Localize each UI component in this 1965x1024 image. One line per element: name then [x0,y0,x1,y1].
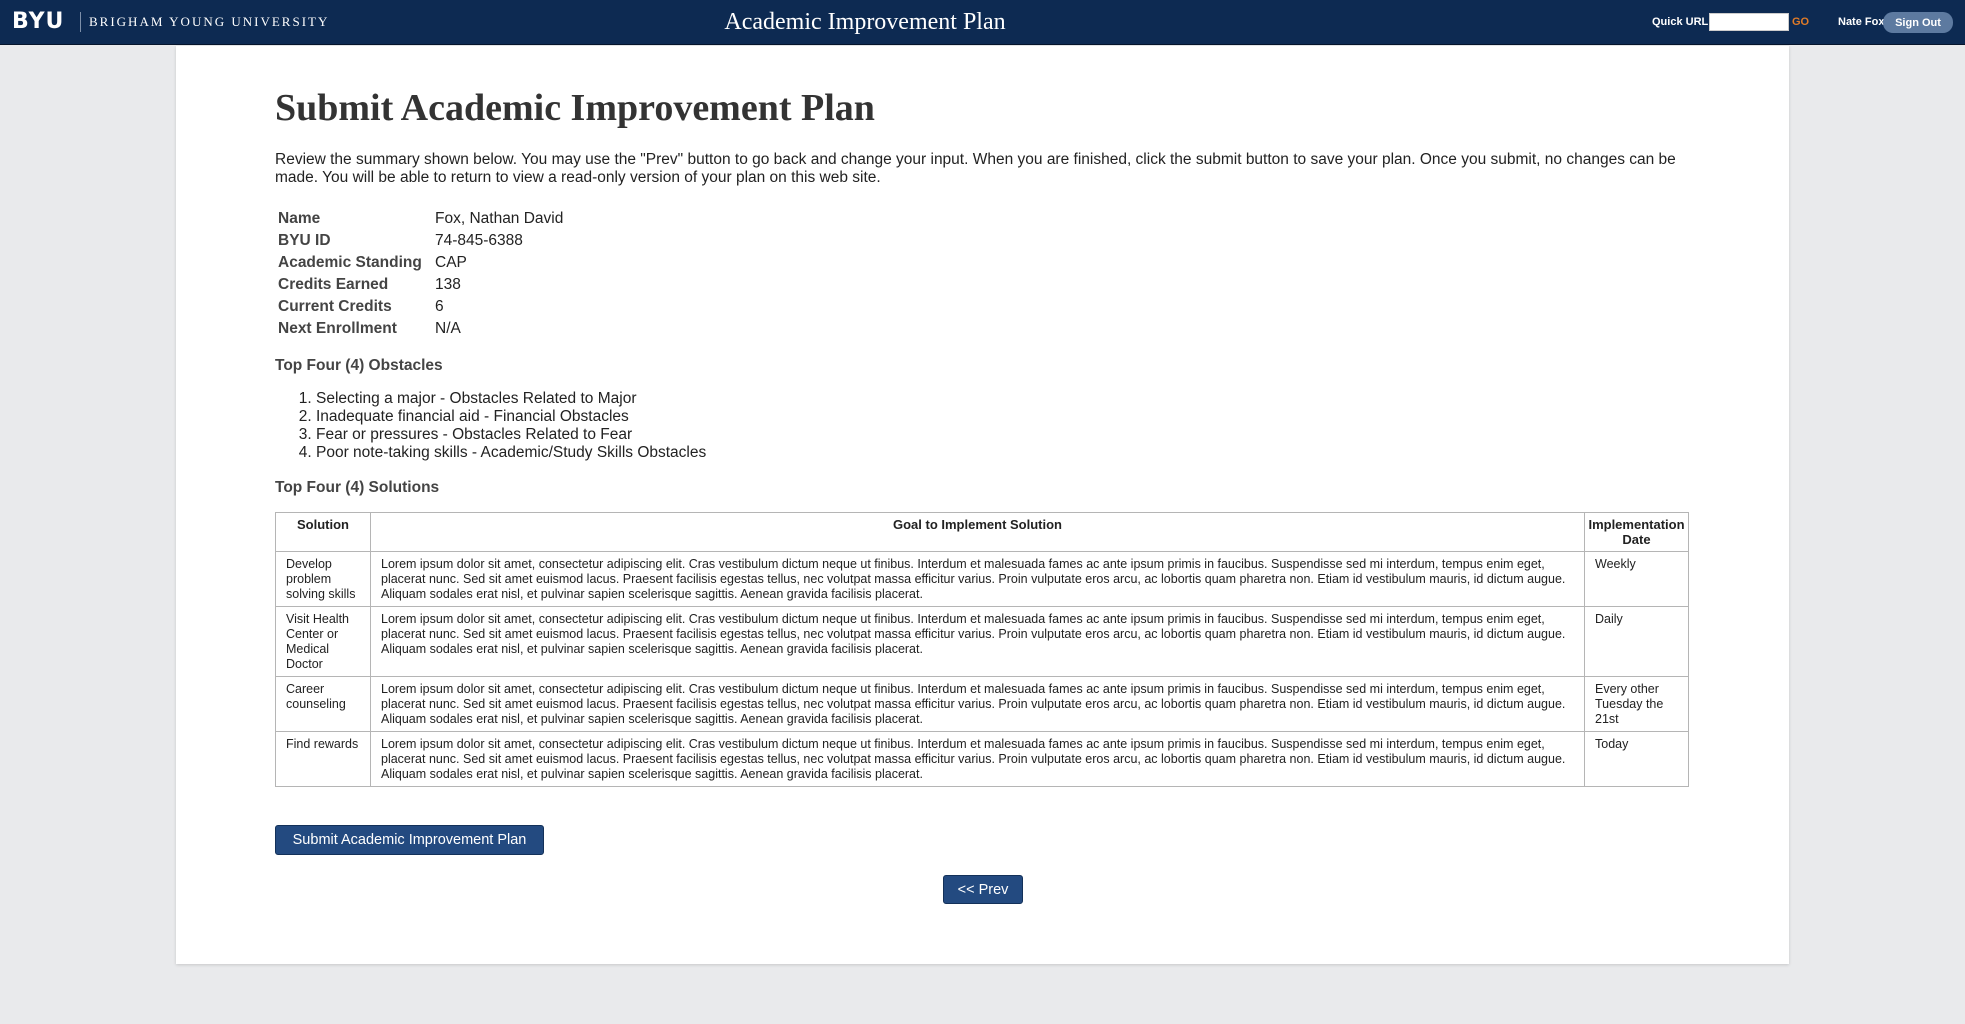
goal-cell: Lorem ipsum dolor sit amet, consectetur … [370,731,1585,787]
solution-cell: Career counseling [275,676,371,732]
obstacle-item: Inadequate financial aid - Financial Obs… [316,408,706,426]
sign-out-button[interactable]: Sign Out [1883,12,1953,33]
go-link[interactable]: GO [1792,16,1809,28]
info-value: 74-845-6388 [435,232,523,249]
info-label: Name [278,210,321,227]
solution-cell: Visit Health Center or Medical Doctor [275,606,371,677]
obstacle-item: Fear or pressures - Obstacles Related to… [316,426,706,444]
quick-url-label: Quick URL [1652,16,1709,28]
obstacle-item: Selecting a major - Obstacles Related to… [316,390,706,408]
table-row: Visit Health Center or Medical Doctor Lor… [275,606,1689,677]
solutions-header-row: Solution Goal to Implement Solution Impl… [275,512,1689,552]
solutions-heading: Top Four (4) Solutions [275,479,440,496]
info-row: BYU ID 74-845-6388 [275,230,567,252]
date-cell: Weekly [1584,551,1689,607]
info-value: CAP [435,254,467,271]
info-label: Next Enrollment [278,320,397,337]
info-label: Academic Standing [278,254,422,271]
date-cell: Every other Tuesday the 21st [1584,676,1689,732]
info-label: Current Credits [278,298,392,315]
info-row: Academic Standing CAP [275,252,567,274]
obstacle-item: Poor note-taking skills - Academic/Study… [316,444,706,462]
obstacles-heading: Top Four (4) Obstacles [275,357,443,374]
date-cell: Daily [1584,606,1689,677]
column-header-date: Implementation Date [1584,512,1689,552]
student-info-table: Name Fox, Nathan David BYU ID 74-845-6388 Ac… [275,208,567,340]
info-row: Name Fox, Nathan David [275,208,567,230]
info-value: 138 [435,276,461,293]
info-label: Credits Earned [278,276,389,293]
info-value: N/A [435,320,461,337]
solutions-table: Solution Goal to Implement Solution Impl… [275,512,1689,787]
info-value: 6 [435,298,444,315]
user-name: Nate Fox [1838,16,1885,28]
goal-cell: Lorem ipsum dolor sit amet, consectetur … [370,551,1585,607]
table-row: Career counseling Lorem ipsum dolor sit a… [275,676,1689,732]
top-bar: BYU BRIGHAM YOUNG UNIVERSITY Academic Im… [0,0,1965,45]
info-row: Credits Earned 138 [275,274,567,296]
date-cell: Today [1584,731,1689,787]
prev-button[interactable]: << Prev [943,875,1023,904]
column-header-solution: Solution [275,512,371,552]
table-row: Develop problem solving skills Lorem ipsu… [275,551,1689,607]
obstacles-list: Selecting a major - Obstacles Related to… [316,390,706,462]
table-row: Find rewards Lorem ipsum dolor sit amet, … [275,731,1689,787]
solution-cell: Find rewards [275,731,371,787]
info-row: Next Enrollment N/A [275,318,567,340]
intro-text: Review the summary shown below. You may … [275,151,1676,186]
goal-cell: Lorem ipsum dolor sit amet, consectetur … [370,676,1585,732]
info-row: Current Credits 6 [275,296,567,318]
submit-plan-button[interactable]: Submit Academic Improvement Plan [275,825,544,855]
app-title: Academic Improvement Plan [724,9,1006,35]
column-header-goal: Goal to Implement Solution [370,512,1585,552]
quick-url-input[interactable] [1709,13,1789,31]
page-title: Submit Academic Improvement Plan [275,87,875,129]
info-value: Fox, Nathan David [435,210,564,227]
solution-cell: Develop problem solving skills [275,551,371,607]
goal-cell: Lorem ipsum dolor sit amet, consectetur … [370,606,1585,677]
info-label: BYU ID [278,232,331,249]
